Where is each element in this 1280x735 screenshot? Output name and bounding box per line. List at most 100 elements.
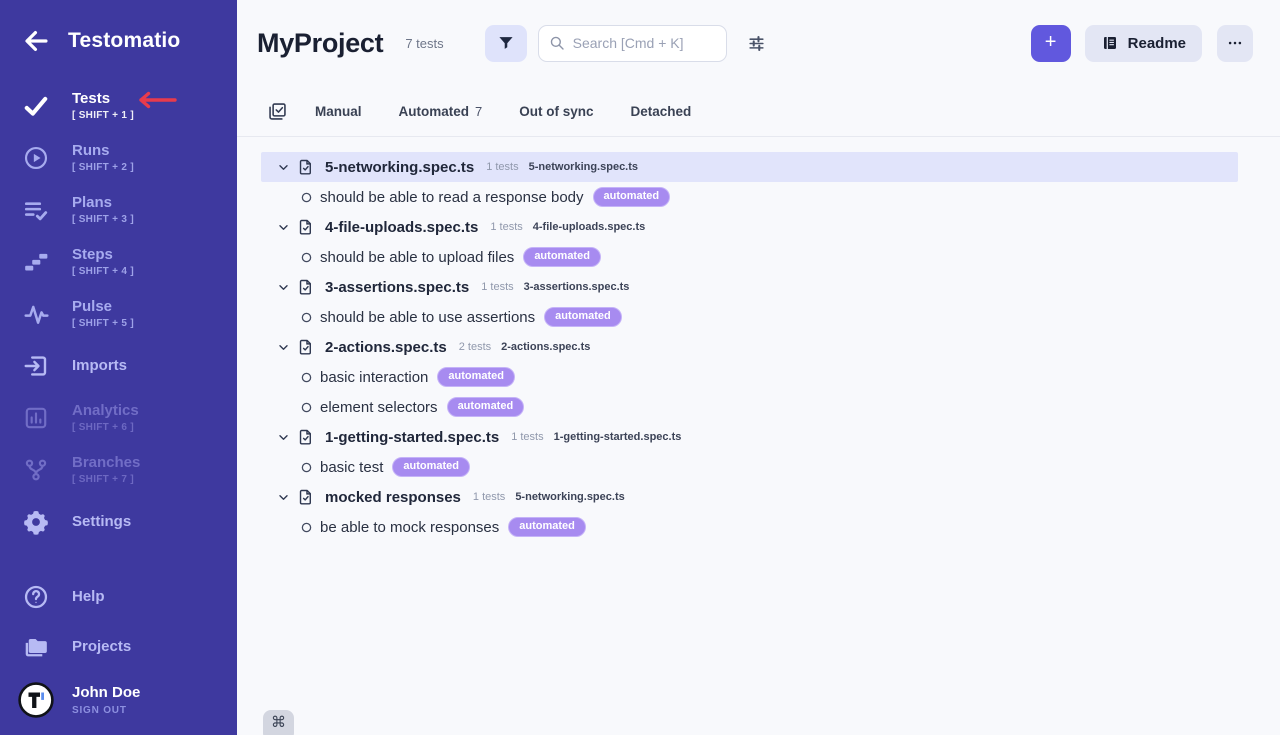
chevron-down-icon[interactable] bbox=[276, 430, 290, 444]
chevron-down-icon[interactable] bbox=[276, 340, 290, 354]
circle-icon bbox=[301, 372, 312, 383]
sidebar-item-help[interactable]: Help bbox=[0, 572, 237, 622]
suite-test-count: 1 tests bbox=[511, 431, 543, 443]
cmd-key-button[interactable]: ⌘ bbox=[263, 710, 294, 735]
sidebar-item-analytics[interactable]: Analytics[ SHIFT + 6 ] bbox=[0, 392, 237, 444]
sidebar-item-pulse[interactable]: Pulse[ SHIFT + 5 ] bbox=[0, 288, 237, 340]
test-title: basic test bbox=[320, 459, 383, 476]
suite-row[interactable]: 4-file-uploads.spec.ts1 tests4-file-uplo… bbox=[261, 212, 1238, 242]
file-check-icon bbox=[296, 278, 315, 297]
suite-row[interactable]: 5-networking.spec.ts1 tests5-networking.… bbox=[261, 152, 1238, 182]
tab-automated[interactable]: Automated7 bbox=[399, 104, 483, 119]
circle-icon bbox=[301, 402, 312, 413]
tab-out-of-sync[interactable]: Out of sync bbox=[519, 104, 593, 119]
suite-row[interactable]: 1-getting-started.spec.ts 1 tests 1-gettin… bbox=[261, 422, 1238, 452]
circle-icon bbox=[301, 462, 312, 473]
suite-row[interactable]: 2-actions.spec.ts2 tests2-actions.spec.t… bbox=[261, 332, 1238, 362]
suite-test-count: 2 tests bbox=[459, 341, 491, 353]
suite-file-path: 4-file-uploads.spec.ts bbox=[533, 221, 645, 233]
funnel-icon bbox=[497, 34, 515, 52]
filter-tabs-row: Manual Automated7 Out of sync Detached bbox=[237, 86, 1280, 137]
tab-label: Manual bbox=[315, 104, 362, 119]
filter-button[interactable] bbox=[485, 25, 527, 62]
test-row[interactable]: basic interactionautomated bbox=[261, 362, 1238, 392]
sidebar-nav: Tests[ SHIFT + 1 ]Runs[ SHIFT + 2 ]Plans… bbox=[0, 80, 237, 548]
sidebar-item-runs[interactable]: Runs[ SHIFT + 2 ] bbox=[0, 132, 237, 184]
select-all-button[interactable] bbox=[265, 99, 289, 123]
suite-file-path: 1-getting-started.spec.ts bbox=[554, 431, 682, 443]
chevron-down-icon[interactable] bbox=[276, 220, 290, 234]
add-test-button[interactable]: + bbox=[1031, 25, 1071, 62]
suite-file-path: 3-assertions.spec.ts bbox=[524, 281, 630, 293]
user-name: John Doe bbox=[72, 683, 140, 703]
automated-badge: automated bbox=[508, 517, 586, 537]
sign-out-link[interactable]: SIGN OUT bbox=[72, 704, 140, 717]
check-icon bbox=[21, 91, 51, 121]
automated-badge: automated bbox=[523, 247, 601, 267]
chevron-down-icon[interactable] bbox=[276, 490, 290, 504]
sidebar-item-tests[interactable]: Tests[ SHIFT + 1 ] bbox=[0, 80, 237, 132]
tests-count: 7 tests bbox=[405, 36, 443, 51]
sidebar-item-branches[interactable]: Branches[ SHIFT + 7 ] bbox=[0, 444, 237, 496]
sidebar-item-settings[interactable]: Settings bbox=[0, 496, 237, 548]
readme-label: Readme bbox=[1128, 35, 1186, 52]
automated-badge: automated bbox=[447, 397, 525, 417]
sliders-button[interactable] bbox=[744, 30, 770, 56]
shortcut-hint: [ SHIFT + 3 ] bbox=[72, 214, 134, 227]
list-check-icon bbox=[21, 195, 51, 225]
tab-detached[interactable]: Detached bbox=[631, 104, 692, 119]
more-button[interactable] bbox=[1217, 25, 1253, 62]
chevron-down-icon[interactable] bbox=[276, 160, 290, 174]
test-row[interactable]: should be able to upload filesautomated bbox=[261, 242, 1238, 272]
test-row[interactable]: should be able to read a response bodyau… bbox=[261, 182, 1238, 212]
suite-test-count: 1 tests bbox=[473, 491, 505, 503]
suite-name: 1-getting-started.spec.ts bbox=[325, 429, 499, 446]
suite-name: 4-file-uploads.spec.ts bbox=[325, 219, 478, 236]
sidebar-item-label: Tests bbox=[72, 90, 134, 109]
steps-icon bbox=[21, 247, 51, 277]
test-row[interactable]: be able to mock responsesautomated bbox=[261, 512, 1238, 542]
suite-row[interactable]: 3-assertions.spec.ts1 tests3-assertions.… bbox=[261, 272, 1238, 302]
sidebar-item-label: Imports bbox=[72, 357, 127, 376]
sidebar-item-label: Settings bbox=[72, 513, 131, 532]
circle-icon bbox=[301, 192, 312, 203]
sidebar-item-label: Pulse bbox=[72, 298, 134, 317]
sidebar-item-imports[interactable]: Imports bbox=[0, 340, 237, 392]
back-arrow-icon[interactable] bbox=[21, 26, 51, 56]
sidebar-item-plans[interactable]: Plans[ SHIFT + 3 ] bbox=[0, 184, 237, 236]
sidebar-item-label: Projects bbox=[72, 638, 131, 657]
page-title: MyProject bbox=[257, 28, 383, 59]
test-row[interactable]: basic testautomated bbox=[261, 452, 1238, 482]
file-check-icon bbox=[296, 338, 315, 357]
suite-test-count: 1 tests bbox=[481, 281, 513, 293]
automated-badge: automated bbox=[437, 367, 515, 387]
avatar[interactable] bbox=[18, 682, 54, 718]
search-box[interactable] bbox=[538, 25, 727, 62]
suite-row[interactable]: mocked responses1 tests5-networking.spec… bbox=[261, 482, 1238, 512]
user-menu[interactable]: John Doe SIGN OUT bbox=[0, 676, 237, 724]
sidebar-item-projects[interactable]: Projects bbox=[0, 622, 237, 672]
search-input[interactable] bbox=[573, 35, 716, 51]
help-circle-icon bbox=[21, 582, 51, 612]
shortcut-hint: [ SHIFT + 4 ] bbox=[72, 266, 134, 279]
tab-manual[interactable]: Manual bbox=[315, 104, 362, 119]
readme-button[interactable]: Readme bbox=[1085, 25, 1202, 62]
folder-icon bbox=[21, 632, 51, 662]
file-check-icon bbox=[296, 428, 315, 447]
main-content: MyProject 7 tests + Readme ManualAutomat bbox=[237, 0, 1280, 735]
chevron-down-icon[interactable] bbox=[276, 280, 290, 294]
suite-name: 5-networking.spec.ts bbox=[325, 159, 474, 176]
sidebar-item-label: Runs bbox=[72, 142, 134, 161]
tab-label: Detached bbox=[631, 104, 692, 119]
bar-chart-icon bbox=[21, 403, 51, 433]
git-branch-icon bbox=[21, 455, 51, 485]
ellipsis-icon bbox=[1226, 34, 1244, 52]
sidebar-item-label: Help bbox=[72, 588, 105, 607]
test-row[interactable]: element selectorsautomated bbox=[261, 392, 1238, 422]
test-row[interactable]: should be able to use assertionsautomate… bbox=[261, 302, 1238, 332]
suite-file-path: 5-networking.spec.ts bbox=[529, 161, 638, 173]
brand-title[interactable]: Testomatio bbox=[68, 29, 180, 53]
sidebar-item-steps[interactable]: Steps[ SHIFT + 4 ] bbox=[0, 236, 237, 288]
sidebar-brand-row: Testomatio bbox=[0, 24, 237, 58]
sidebar-item-label: Branches bbox=[72, 454, 140, 473]
